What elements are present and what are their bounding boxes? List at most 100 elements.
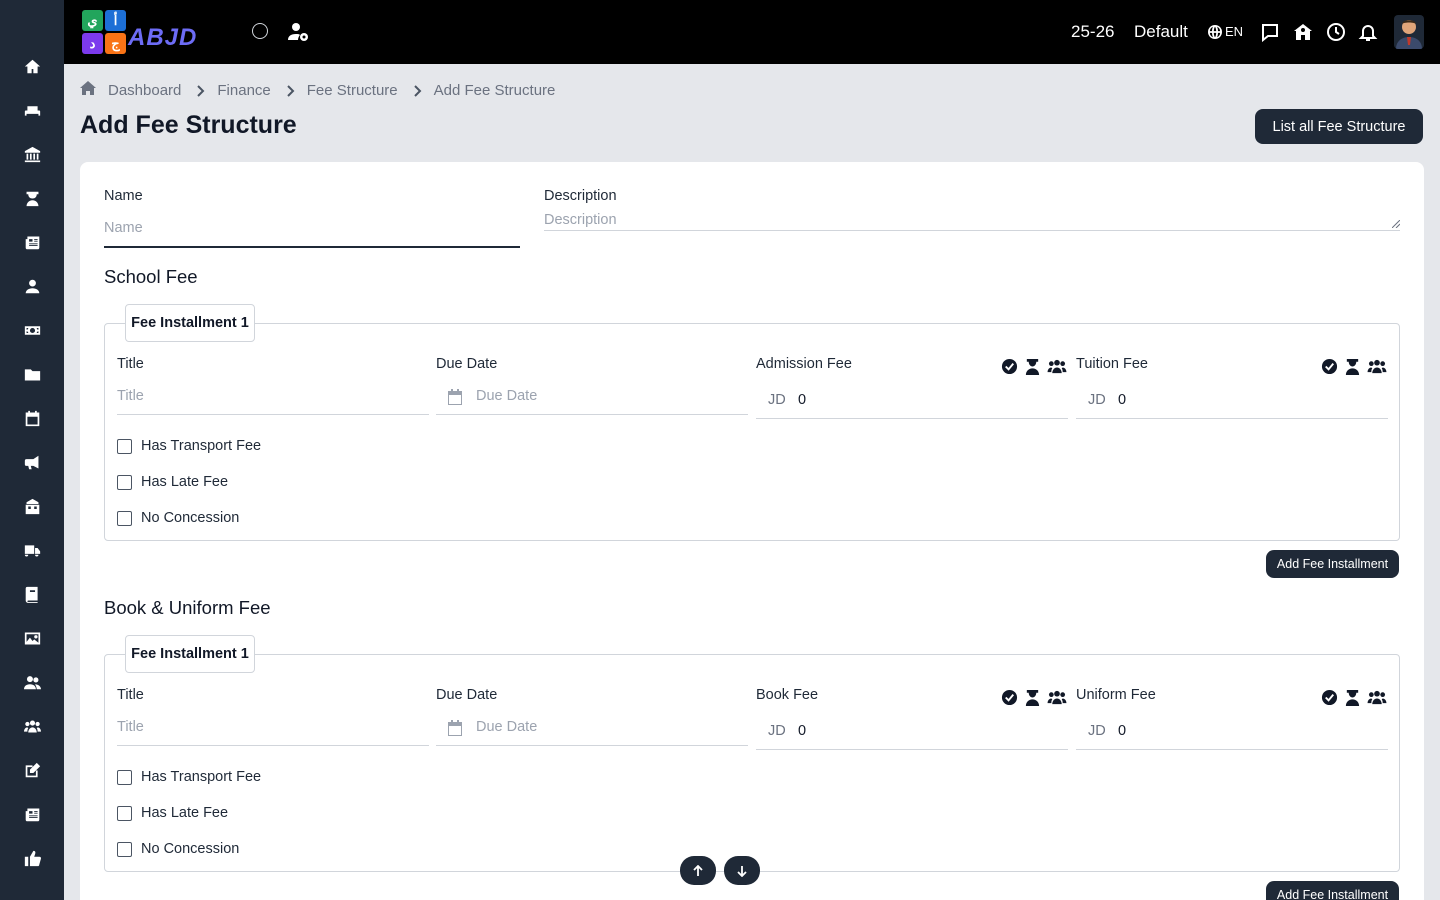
due-date-input[interactable]: Due Date (476, 388, 537, 404)
user-icon[interactable] (22, 276, 42, 296)
breadcrumb-current: Add Fee Structure (433, 81, 556, 99)
fee-options (1001, 358, 1067, 380)
folder-icon[interactable] (22, 364, 42, 384)
due-date-label: Due Date (436, 356, 498, 372)
language-switcher[interactable]: EN (1208, 24, 1243, 39)
teacher-icon[interactable] (22, 188, 42, 208)
has-transport-fee-checkbox[interactable]: Has Transport Fee (117, 769, 261, 785)
section-title-book-uniform-fee: Book & Uniform Fee (104, 597, 271, 618)
title-input[interactable]: Title (117, 719, 144, 735)
book-fee-label: Book Fee (756, 687, 819, 703)
title-label: Title (117, 687, 144, 703)
name-input[interactable]: Name (104, 220, 143, 236)
sidebar (0, 0, 64, 900)
check-circle-icon[interactable] (1321, 358, 1338, 380)
check-circle-icon[interactable] (1001, 689, 1018, 711)
users-group-icon[interactable] (1047, 689, 1067, 711)
users-group-icon[interactable] (1367, 358, 1387, 380)
home-icon[interactable] (22, 56, 42, 76)
no-concession-checkbox[interactable]: No Concession (117, 510, 239, 526)
home-icon[interactable] (80, 80, 96, 100)
newspaper-alt-icon[interactable] (22, 804, 42, 824)
no-concession-checkbox[interactable]: No Concession (117, 841, 239, 857)
installment-legend: Fee Installment 1 (125, 635, 255, 673)
megaphone-icon[interactable] (22, 452, 42, 472)
thumbs-up-icon[interactable] (22, 848, 42, 868)
calendar-icon[interactable] (22, 408, 42, 428)
currency-label: JD (768, 392, 786, 408)
book-icon[interactable] (22, 584, 42, 604)
checkbox[interactable] (117, 474, 132, 490)
add-fee-installment-button[interactable]: Add Fee Installment (1266, 881, 1399, 900)
fee-installment-box: Fee Installment 1 Title Title Due Date D… (104, 304, 1400, 541)
name-label: Name (104, 188, 143, 204)
avatar[interactable] (1394, 15, 1424, 49)
add-fee-installment-button[interactable]: Add Fee Installment (1266, 550, 1399, 578)
session-year[interactable]: 25-26 (1071, 22, 1114, 42)
chevron-right-icon (197, 84, 205, 97)
top-header: ي أ د ج ABJD 25-26 Default EN (64, 0, 1440, 64)
title-input[interactable]: Title (117, 388, 144, 404)
app-logo[interactable]: ي أ د ج ABJD (80, 8, 226, 56)
has-transport-fee-checkbox[interactable]: Has Transport Fee (117, 438, 261, 454)
users-icon[interactable] (22, 672, 42, 692)
title-underline (117, 414, 429, 415)
school-icon[interactable] (22, 496, 42, 516)
student-icon[interactable] (1344, 358, 1361, 380)
student-icon[interactable] (1024, 689, 1041, 711)
admission-fee-underline (756, 418, 1068, 419)
chat-icon[interactable] (1260, 22, 1280, 43)
admission-fee-input[interactable]: 0 (798, 392, 806, 408)
globe-icon (1208, 24, 1222, 39)
student-icon[interactable] (1344, 689, 1361, 711)
fee-options (1321, 689, 1387, 711)
checkbox-label: Has Transport Fee (141, 438, 262, 454)
school-home-icon[interactable] (1293, 22, 1313, 42)
scroll-down-button[interactable] (724, 856, 760, 885)
users-group-icon[interactable] (1367, 689, 1387, 711)
profile-name[interactable]: Default (1134, 22, 1188, 42)
calendar-icon (448, 720, 462, 736)
check-circle-icon[interactable] (1001, 358, 1018, 380)
newspaper-icon[interactable] (22, 232, 42, 252)
breadcrumb-fee-structure[interactable]: Fee Structure (307, 82, 398, 99)
title-label: Title (117, 356, 144, 372)
truck-icon[interactable] (22, 540, 42, 560)
list-fee-structure-button[interactable]: List all Fee Structure (1255, 109, 1423, 144)
status-circle-icon[interactable] (252, 23, 268, 39)
admission-fee-label: Admission Fee (756, 356, 852, 372)
check-circle-icon[interactable] (1321, 689, 1338, 711)
checkbox[interactable] (117, 841, 132, 857)
groups-icon[interactable] (22, 716, 42, 736)
scroll-up-button[interactable] (680, 856, 716, 885)
users-group-icon[interactable] (1047, 358, 1067, 380)
checkbox[interactable] (117, 510, 132, 526)
checkbox[interactable] (117, 769, 132, 785)
checkbox-label: No Concession (141, 510, 240, 526)
checkbox[interactable] (117, 805, 132, 821)
has-late-fee-checkbox[interactable]: Has Late Fee (117, 474, 228, 490)
bell-icon[interactable] (1358, 22, 1378, 42)
money-icon[interactable] (22, 320, 42, 340)
sofa-icon[interactable] (22, 100, 42, 120)
book-fee-input[interactable]: 0 (798, 723, 806, 739)
due-date-input[interactable]: Due Date (476, 719, 537, 735)
student-icon[interactable] (1024, 358, 1041, 380)
user-settings-icon[interactable] (288, 22, 310, 42)
edit-icon[interactable] (22, 760, 42, 780)
checkbox[interactable] (117, 438, 132, 454)
uniform-fee-input[interactable]: 0 (1118, 723, 1126, 739)
section-title-school-fee: School Fee (104, 266, 198, 287)
chevron-right-icon (287, 84, 295, 97)
description-label: Description (544, 188, 617, 204)
institution-icon[interactable] (22, 144, 42, 164)
clock-icon[interactable] (1326, 22, 1346, 42)
breadcrumb-finance[interactable]: Finance (217, 82, 270, 99)
has-late-fee-checkbox[interactable]: Has Late Fee (117, 805, 228, 821)
due-date-underline (436, 745, 748, 746)
image-icon[interactable] (22, 628, 42, 648)
tuition-fee-input[interactable]: 0 (1118, 392, 1126, 408)
breadcrumb-dashboard[interactable]: Dashboard (108, 82, 181, 99)
resize-handle-icon[interactable] (1392, 220, 1400, 228)
description-input[interactable]: Description (544, 212, 617, 228)
